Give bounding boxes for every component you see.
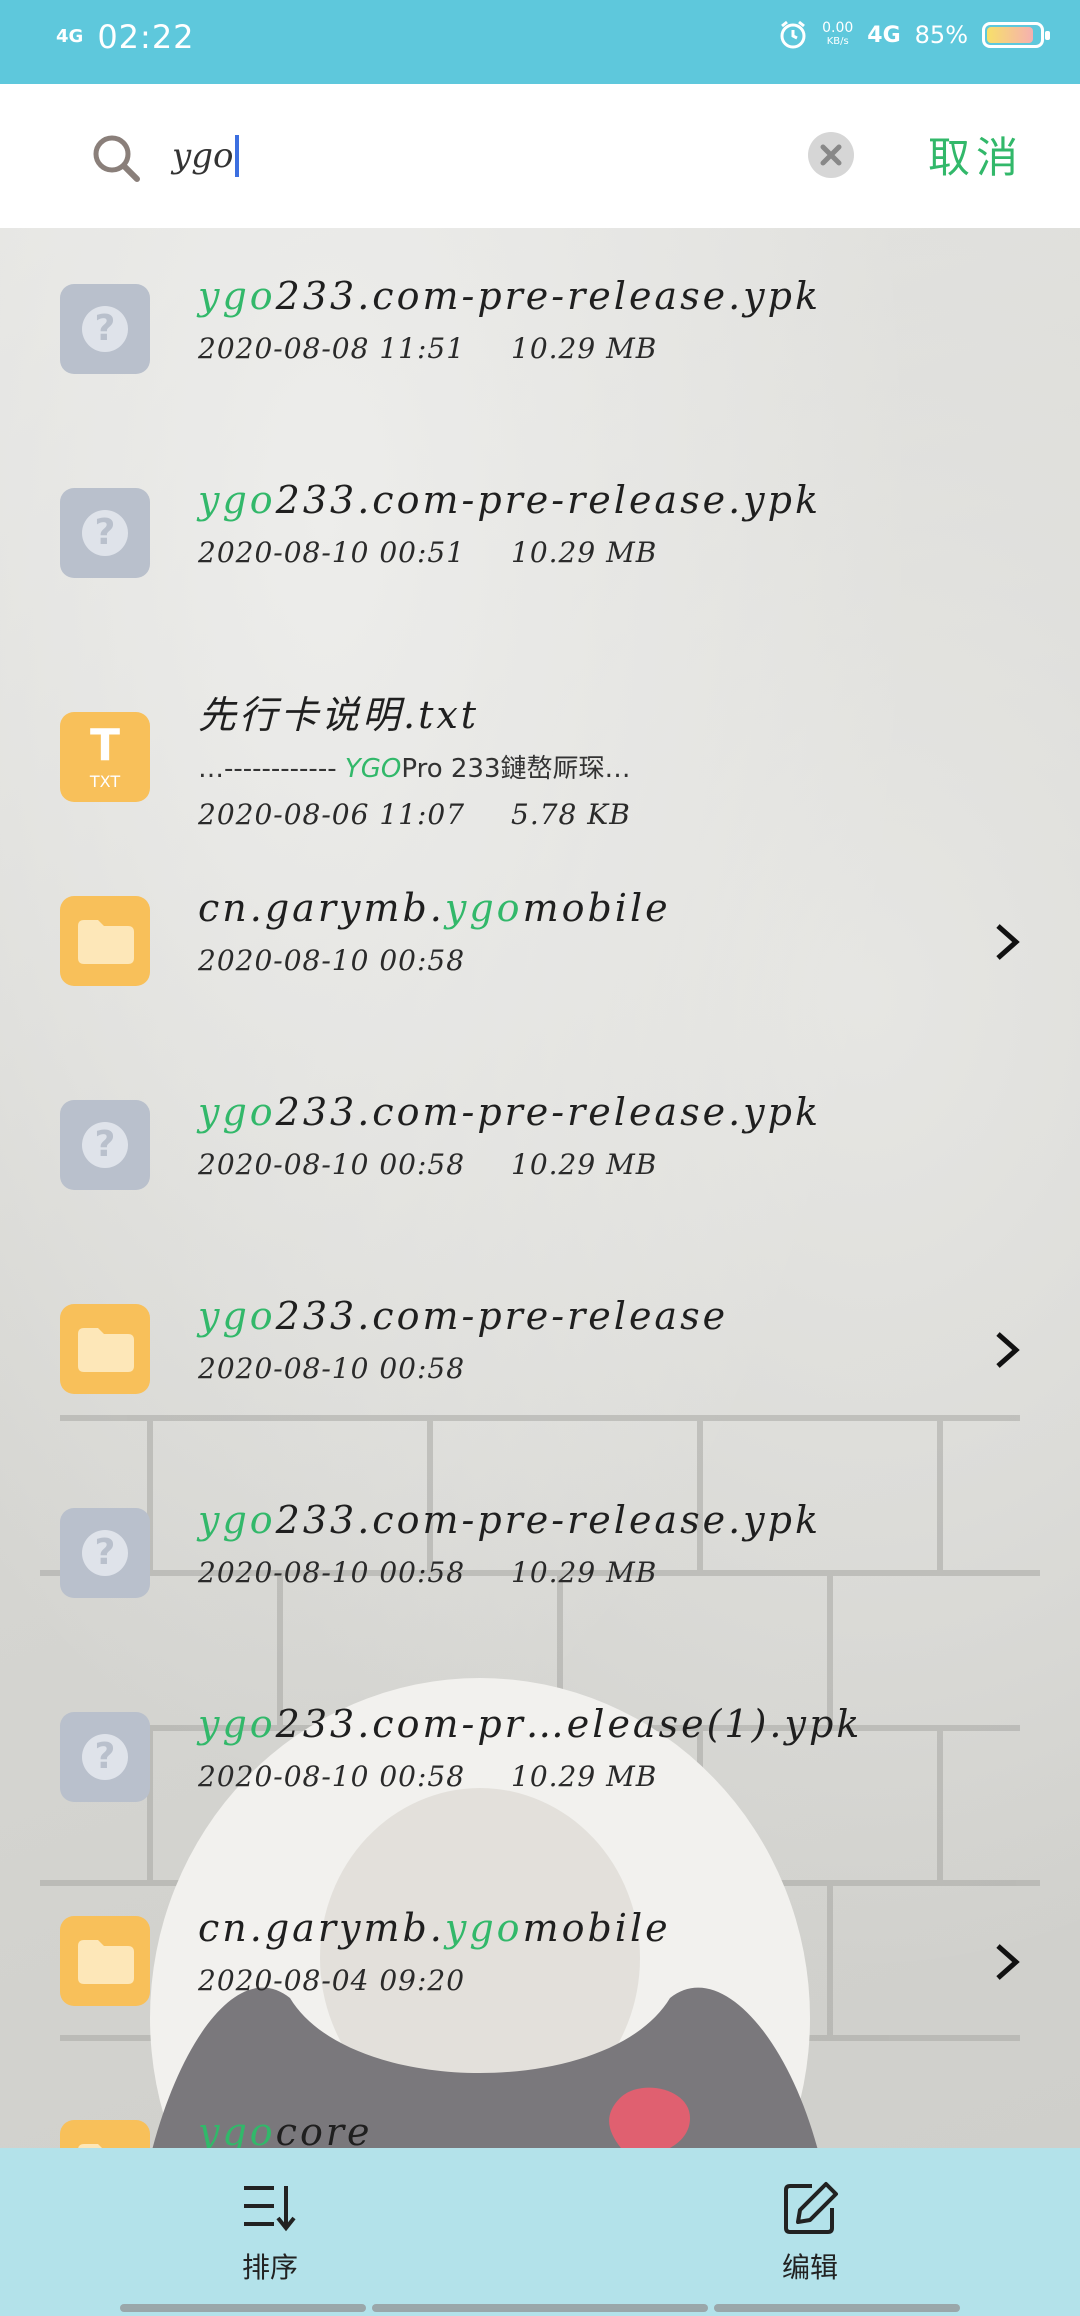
battery-percent: 85% bbox=[914, 21, 968, 49]
file-meta: 2020-08-10 00:58 bbox=[198, 944, 466, 977]
file-meta: 2020-08-04 09:20 bbox=[198, 1964, 466, 1997]
unknown-file-icon: ? bbox=[60, 284, 150, 374]
file-name: ygo233.com-pre-release.ypk bbox=[198, 1498, 821, 1542]
unknown-file-icon: ? bbox=[60, 1100, 150, 1190]
chevron-right-icon bbox=[996, 1332, 1020, 1368]
text-caret bbox=[235, 135, 240, 177]
chevron-right-icon bbox=[996, 924, 1020, 960]
cancel-button[interactable]: 取消 bbox=[928, 124, 1024, 185]
folder-icon bbox=[60, 1304, 150, 1394]
close-icon bbox=[820, 144, 842, 166]
alarm-icon bbox=[780, 20, 806, 49]
list-item[interactable]: ? ygo233.com-pre-release.ypk 2020-08-10 … bbox=[0, 432, 1080, 612]
file-meta: 2020-08-10 00:58 10.29 MB bbox=[198, 1760, 658, 1793]
list-item[interactable]: T TXT 先行卡说明.txt …------------ YGOPro 233鏈… bbox=[0, 656, 1080, 836]
file-meta: 2020-08-06 11:07 5.78 KB bbox=[198, 798, 631, 831]
file-content-preview: …------------ YGOPro 233鏈嶅厛琛… bbox=[198, 754, 631, 784]
folder-name: ygo233.com-pre-release bbox=[198, 1294, 729, 1338]
list-item[interactable]: ? ygo233.com-pre-release.ypk 2020-08-08 … bbox=[0, 228, 1080, 408]
chevron-right-icon bbox=[996, 1944, 1020, 1980]
file-meta: 2020-08-10 00:58 10.29 MB bbox=[198, 1148, 658, 1181]
unknown-file-icon: ? bbox=[60, 488, 150, 578]
bottom-toolbar: 排序 编辑 bbox=[0, 2148, 1080, 2316]
sort-button[interactable]: 排序 bbox=[210, 2180, 330, 2286]
file-name: ygo233.com-pr…elease(1).ypk bbox=[198, 1702, 863, 1746]
network-type: 4G bbox=[867, 22, 901, 48]
list-item[interactable]: ? ygo233.com-pr…elease(1).ypk 2020-08-10… bbox=[0, 1656, 1080, 1836]
folder-icon bbox=[60, 896, 150, 986]
sort-label: 排序 bbox=[241, 2251, 298, 2284]
file-meta: 2020-08-08 11:51 10.29 MB bbox=[198, 332, 658, 365]
gesture-bar-left bbox=[120, 2304, 366, 2312]
edit-button[interactable]: 编辑 bbox=[750, 2180, 870, 2286]
file-meta: 2020-08-10 00:58 10.29 MB bbox=[198, 1556, 658, 1589]
folder-name: cn.garymb.ygomobile bbox=[198, 886, 671, 930]
text-file-icon: T TXT bbox=[60, 712, 150, 802]
gesture-bar-center[interactable] bbox=[372, 2304, 708, 2312]
search-bar: ygo 取消 bbox=[0, 84, 1080, 228]
signal-icon: 4G bbox=[56, 26, 84, 47]
network-speed-value: 0.00 bbox=[822, 20, 854, 36]
unknown-file-icon: ? bbox=[60, 1712, 150, 1802]
list-item[interactable]: cn.garymb.ygomobile 2020-08-10 00:58 bbox=[0, 840, 1080, 1020]
folder-name: cn.garymb.ygomobile bbox=[198, 1906, 671, 1950]
folder-icon bbox=[60, 1916, 150, 2006]
file-meta: 2020-08-10 00:51 10.29 MB bbox=[198, 536, 658, 569]
list-item[interactable]: ? ygo233.com-pre-release.ypk 2020-08-10 … bbox=[0, 1452, 1080, 1632]
clear-search-button[interactable] bbox=[808, 132, 854, 178]
list-item[interactable]: ygo233.com-pre-release 2020-08-10 00:58 bbox=[0, 1248, 1080, 1428]
file-name: ygo233.com-pre-release.ypk bbox=[198, 274, 821, 318]
search-input[interactable]: ygo bbox=[172, 128, 772, 184]
file-meta: 2020-08-10 00:58 bbox=[198, 1352, 466, 1385]
status-bar: 4G 02:22 0.00 KB/s 4G 85% bbox=[0, 0, 1080, 84]
sort-icon bbox=[244, 2186, 296, 2232]
gesture-bar-right bbox=[714, 2304, 960, 2312]
clock-time: 02:22 bbox=[97, 18, 195, 56]
search-query-text: ygo bbox=[172, 136, 234, 176]
list-item[interactable]: cn.garymb.ygomobile 2020-08-04 09:20 bbox=[0, 1860, 1080, 2040]
folder-name: ygocore bbox=[198, 2110, 373, 2148]
network-speed-unit: KB/s bbox=[826, 36, 849, 47]
file-name: 先行卡说明.txt bbox=[198, 693, 480, 737]
list-item[interactable]: ygocore bbox=[0, 2064, 1080, 2148]
search-icon bbox=[93, 135, 140, 182]
edit-icon bbox=[784, 2182, 838, 2234]
network-speed: 0.00 KB/s bbox=[822, 21, 853, 49]
battery-icon bbox=[982, 22, 1050, 48]
file-name: ygo233.com-pre-release.ypk bbox=[198, 1090, 821, 1134]
unknown-file-icon: ? bbox=[60, 1508, 150, 1598]
list-item[interactable]: ? ygo233.com-pre-release.ypk 2020-08-10 … bbox=[0, 1044, 1080, 1224]
edit-label: 编辑 bbox=[781, 2251, 838, 2284]
folder-icon bbox=[60, 2120, 150, 2148]
file-name: ygo233.com-pre-release.ypk bbox=[198, 478, 821, 522]
